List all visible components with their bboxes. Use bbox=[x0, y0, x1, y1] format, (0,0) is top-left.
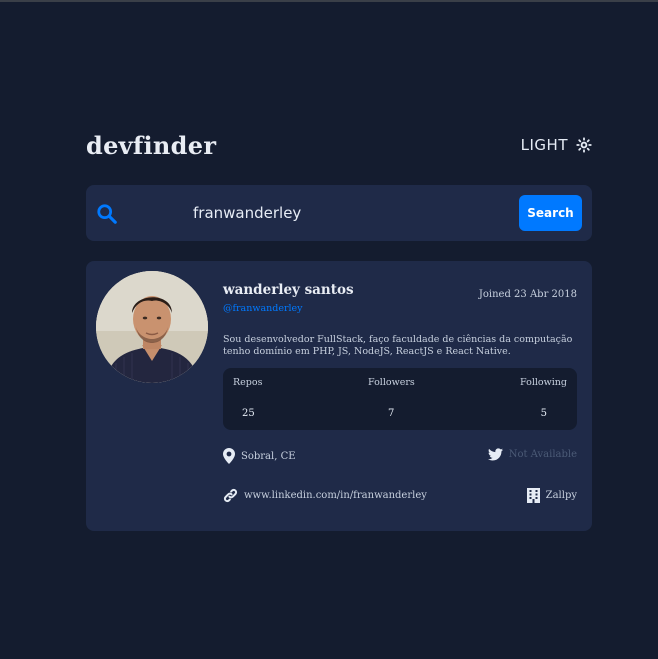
location-row: Sobral, CE bbox=[223, 448, 296, 464]
company-text: Zallpy bbox=[545, 490, 577, 501]
window-top-border bbox=[0, 0, 658, 2]
link-icon bbox=[223, 488, 238, 503]
stats-panel: Repos Followers Following 25 7 5 bbox=[223, 368, 577, 430]
followers-label: Followers bbox=[368, 377, 415, 388]
theme-toggle-button[interactable]: LIGHT bbox=[521, 136, 592, 154]
bio-line-1: Sou desenvolvedor FullStack, faço faculd… bbox=[223, 334, 573, 345]
search-input[interactable] bbox=[193, 199, 493, 227]
profile-bio: Sou desenvolvedor FullStack, faço faculd… bbox=[223, 334, 583, 358]
search-button[interactable]: Search bbox=[519, 195, 582, 231]
location-pin-icon bbox=[223, 448, 235, 464]
profile-name: wanderley santos bbox=[223, 282, 354, 298]
search-icon bbox=[97, 204, 117, 224]
search-bar: Search bbox=[86, 185, 592, 241]
profile-login-link[interactable]: @franwanderley bbox=[223, 303, 303, 314]
repos-label: Repos bbox=[233, 377, 263, 388]
repos-count: 25 bbox=[242, 408, 255, 419]
company-row: Zallpy bbox=[526, 488, 577, 503]
joined-date: Joined 23 Abr 2018 bbox=[478, 289, 577, 300]
app-logo: devfinder bbox=[86, 130, 217, 160]
twitter-icon bbox=[487, 448, 503, 461]
app-header: devfinder LIGHT bbox=[86, 128, 592, 162]
location-text: Sobral, CE bbox=[241, 450, 296, 462]
bio-line-2: tenho domínio em PHP, JS, NodeJS, ReactJ… bbox=[223, 346, 511, 357]
following-count: 5 bbox=[540, 408, 547, 419]
profile-card: wanderley santos @franwanderley Joined 2… bbox=[86, 261, 592, 531]
following-label: Following bbox=[520, 377, 567, 388]
twitter-text: Not Available bbox=[508, 449, 577, 460]
office-building-icon bbox=[526, 488, 540, 503]
blog-link[interactable]: www.linkedin.com/in/franwanderley bbox=[244, 490, 427, 501]
theme-toggle-label: LIGHT bbox=[520, 136, 568, 154]
sun-icon bbox=[576, 137, 592, 153]
avatar bbox=[96, 271, 208, 383]
blog-row: www.linkedin.com/in/franwanderley bbox=[223, 488, 427, 503]
twitter-row: Not Available bbox=[487, 448, 577, 461]
avatar-image bbox=[96, 271, 208, 383]
followers-count: 7 bbox=[388, 408, 395, 419]
